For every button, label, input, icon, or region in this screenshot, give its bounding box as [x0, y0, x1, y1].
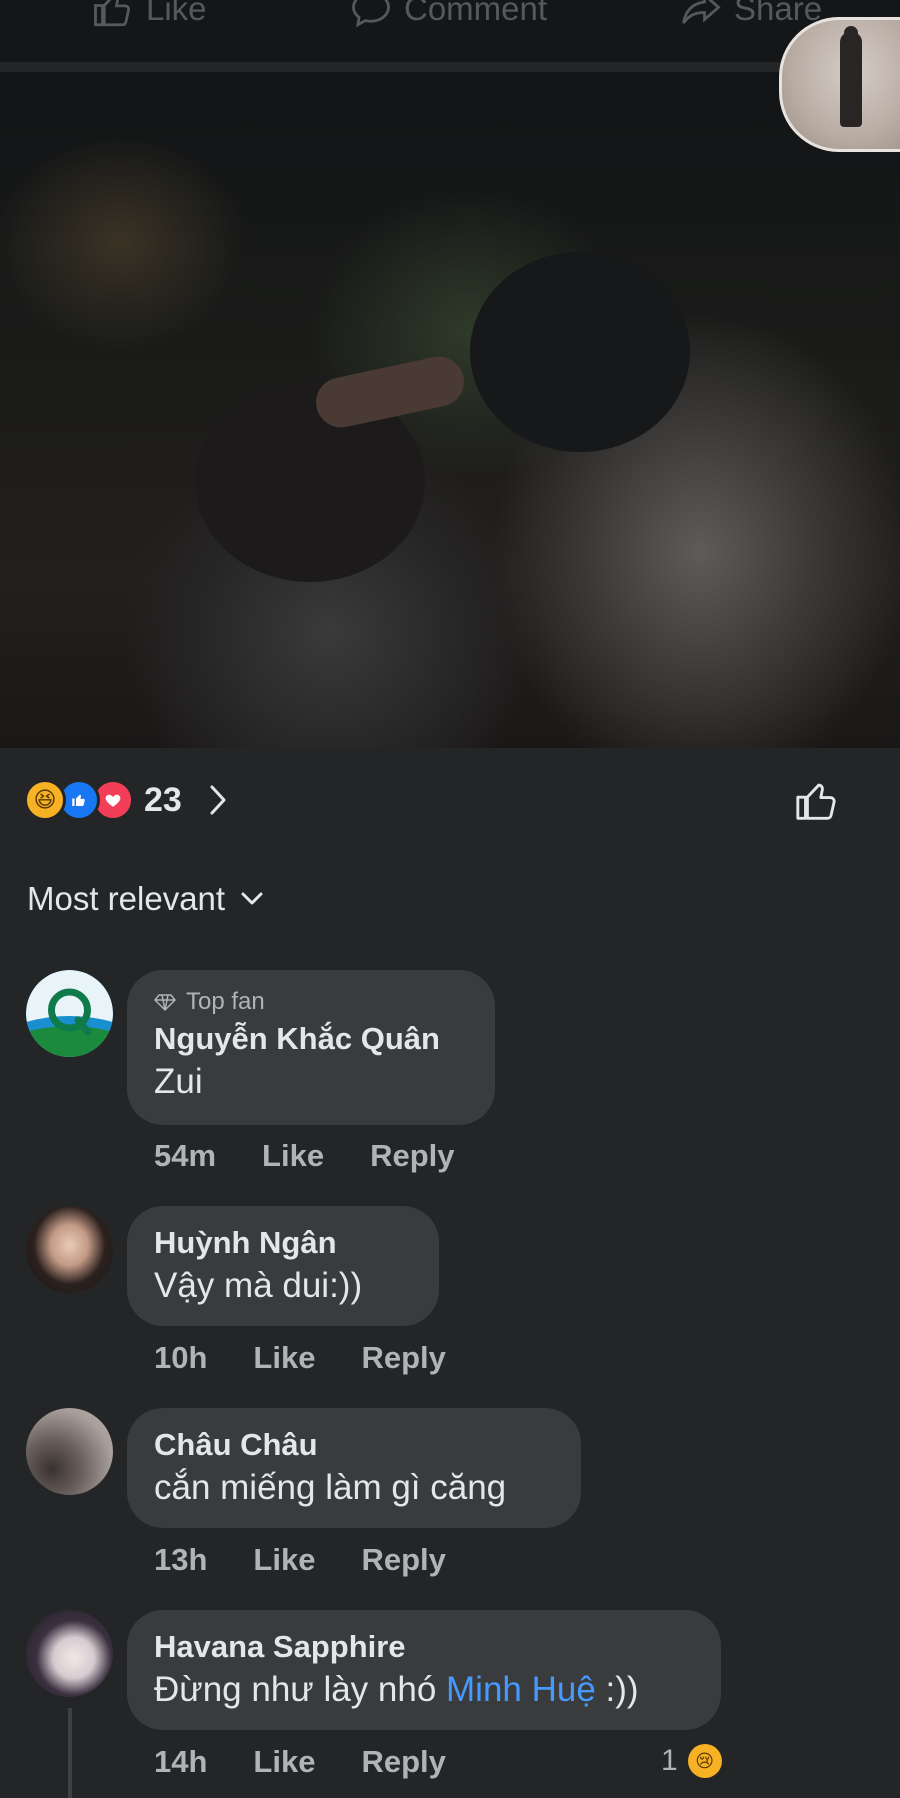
like-action-label: Like: [146, 0, 207, 27]
comment-sort-dropdown[interactable]: Most relevant: [27, 880, 265, 918]
comment-reaction-count[interactable]: 1 😢: [661, 1744, 722, 1778]
avatar[interactable]: [26, 970, 113, 1057]
comment-time[interactable]: 54m: [154, 1138, 216, 1174]
comment-action-label: Comment: [404, 0, 548, 27]
comment-reply-button[interactable]: Reply: [361, 1542, 445, 1578]
comment-bubble[interactable]: Huỳnh Ngân Vậy mà dui:)): [127, 1206, 439, 1326]
comment-like-button[interactable]: Like: [253, 1744, 315, 1780]
comment-reaction-number: 1: [661, 1744, 678, 1777]
comment-text: Zui: [154, 1062, 203, 1101]
comment-like-button[interactable]: Like: [262, 1138, 324, 1174]
reactions-summary[interactable]: 😆 23: [24, 775, 874, 825]
share-action[interactable]: Share: [680, 0, 822, 30]
commenter-name[interactable]: Nguyễn Khắc Quân: [154, 1020, 468, 1058]
comment-time[interactable]: 14h: [154, 1744, 207, 1780]
comment-reply-button[interactable]: Reply: [370, 1138, 454, 1174]
comment-actions: 14h Like Reply: [154, 1744, 492, 1780]
comment-like-button[interactable]: Like: [253, 1340, 315, 1376]
avatar-figure: [840, 26, 862, 127]
comment-time[interactable]: 10h: [154, 1340, 207, 1376]
avatar[interactable]: [26, 1408, 113, 1495]
reply-thread-line: [68, 1708, 72, 1798]
diamond-icon: [154, 994, 176, 1011]
commenter-name[interactable]: Havana Sapphire: [154, 1628, 694, 1666]
comment-icon: [352, 0, 390, 28]
comment-actions: 13h Like Reply: [154, 1542, 492, 1578]
comment-reply-button[interactable]: Reply: [361, 1340, 445, 1376]
comment-text: Đừng như lày nhó Minh Huệ :)): [154, 1666, 694, 1714]
commenter-name[interactable]: Huỳnh Ngân: [154, 1224, 412, 1262]
chevron-down-icon: [241, 892, 263, 905]
sad-face-icon: 😢: [687, 1744, 722, 1778]
comment-text: Vậy mà dui:)): [154, 1266, 363, 1305]
comment-reply-button[interactable]: Reply: [361, 1744, 445, 1780]
comment-bubble[interactable]: Châu Châu cắn miếng làm gì căng: [127, 1408, 581, 1528]
comment-text: cắn miếng làm gì căng: [154, 1468, 507, 1507]
comment-bubble[interactable]: Havana Sapphire Đừng như lày nhó Minh Hu…: [127, 1610, 721, 1730]
comment-actions: 54m Like Reply: [154, 1138, 501, 1174]
comment-bubble[interactable]: Top fan Nguyễn Khắc Quân Zui: [127, 970, 495, 1125]
avatar[interactable]: [26, 1206, 113, 1293]
commenter-name[interactable]: Châu Châu: [154, 1426, 554, 1464]
comment-like-button[interactable]: Like: [253, 1542, 315, 1578]
comment-time[interactable]: 13h: [154, 1542, 207, 1578]
photo-figure: [470, 252, 690, 452]
chevron-right-icon: [210, 785, 226, 815]
comment-actions: 10h Like Reply: [154, 1340, 492, 1376]
comment-action[interactable]: Comment: [350, 0, 547, 30]
like-action[interactable]: Like: [92, 0, 207, 30]
haha-icon: 😆: [24, 779, 66, 821]
sort-label: Most relevant: [27, 880, 226, 917]
reaction-count: 23: [144, 780, 182, 819]
chat-head-avatar[interactable]: [779, 17, 900, 152]
comment-text-end: :)): [595, 1670, 639, 1709]
thumbs-up-icon: [94, 0, 131, 27]
mention-link[interactable]: Minh Huệ: [446, 1670, 596, 1709]
share-icon: [682, 0, 721, 24]
top-fan-label: Top fan: [186, 988, 265, 1015]
like-post-button[interactable]: [794, 778, 840, 824]
post-photo[interactable]: [0, 72, 900, 748]
comment-text-start: Đừng như lày nhó: [154, 1670, 447, 1709]
top-fan-badge: Top fan: [154, 988, 468, 1016]
avatar[interactable]: [26, 1610, 113, 1697]
post-action-bar: Like Comment Share: [0, 0, 900, 62]
